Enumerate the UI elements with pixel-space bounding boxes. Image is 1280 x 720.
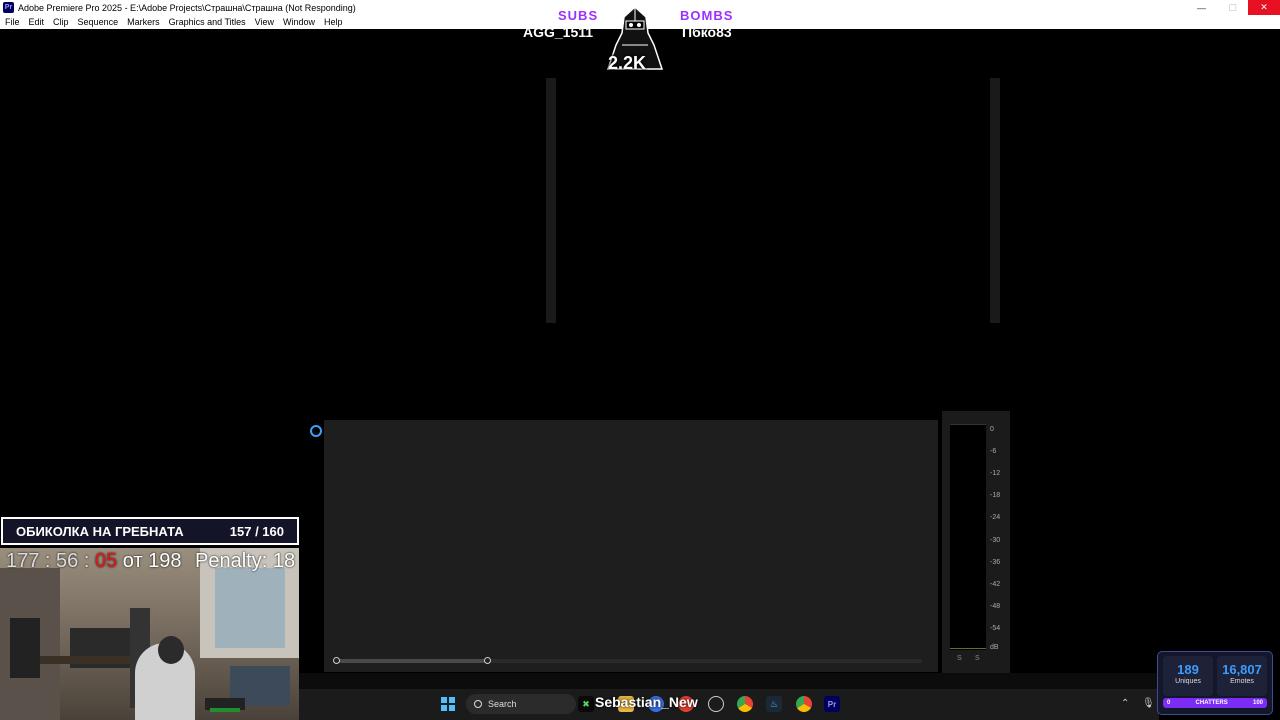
db-tick: -18	[990, 492, 1001, 499]
menu-graphics-and-titles[interactable]: Graphics and Titles	[169, 17, 246, 27]
timeline-scroll-thumb[interactable]	[336, 659, 488, 663]
menu-markers[interactable]: Markers	[127, 17, 160, 27]
loading-spinner-icon	[310, 425, 322, 437]
menu-help[interactable]: Help	[324, 17, 343, 27]
chatters-min: 0	[1167, 700, 1171, 706]
subs-name: AGG_1511	[523, 24, 594, 40]
solo-button-right[interactable]: S	[975, 655, 980, 662]
menu-file[interactable]: File	[5, 17, 20, 27]
db-tick: -42	[990, 581, 1001, 588]
uniques-box: 189 Uniques	[1163, 656, 1213, 696]
windows-start-icon[interactable]	[441, 697, 455, 711]
db-unit: dB	[990, 644, 999, 651]
db-tick: -24	[990, 514, 1001, 521]
audio-meter-level	[950, 648, 986, 649]
db-tick: 0	[990, 426, 994, 433]
search-label: Search	[488, 699, 517, 709]
center-count: 2.2K	[608, 53, 647, 73]
emotes-value: 16,807	[1222, 662, 1262, 677]
chatters-max: 100	[1252, 700, 1263, 706]
db-tick: -6	[990, 448, 997, 455]
chrome-profile-icon[interactable]	[796, 696, 812, 712]
uniques-value: 189	[1177, 662, 1199, 677]
window-title: Adobe Premiere Pro 2025 - E:\Adobe Proje…	[18, 2, 356, 13]
maximize-button[interactable]: ▢	[1217, 0, 1248, 15]
timer-hours-minutes: 177 : 56 :	[6, 550, 95, 572]
db-tick: -12	[990, 470, 1001, 477]
chatters-label: CHATTERS	[1195, 700, 1228, 706]
premiere-icon[interactable]: Pr	[824, 696, 840, 712]
timeline-footer	[299, 673, 1159, 689]
menu-edit[interactable]: Edit	[29, 17, 45, 27]
monitor-frame-right	[990, 78, 1000, 323]
minimize-button[interactable]: —	[1186, 0, 1217, 15]
solo-button-left[interactable]: S	[957, 655, 962, 662]
challenge-banner: ОБИКОЛКА НА ГРЕБНАТА 157 / 160	[1, 517, 299, 545]
chatters-bar: 0 CHATTERS 100	[1163, 698, 1267, 708]
tray-chevron-icon[interactable]: ⌃	[1121, 698, 1129, 709]
bombs-label: BOMBS	[680, 8, 734, 23]
stream-overlay-top: SUBS BOMBS AGG_1511 Пбко83 2.2K	[520, 5, 770, 75]
uniques-label: Uniques	[1175, 678, 1201, 685]
db-tick: -36	[990, 559, 1001, 566]
penalty-counter: Penalty: 18	[195, 550, 296, 572]
premiere-app-icon: Pr	[3, 2, 14, 13]
menu-window[interactable]: Window	[283, 17, 315, 27]
emotes-box: 16,807 Emotes	[1217, 656, 1267, 696]
clock-icon[interactable]	[708, 696, 724, 712]
scroll-handle-right[interactable]	[484, 657, 491, 664]
steam-icon[interactable]: ♨	[766, 696, 782, 712]
monitor-frame-left	[546, 78, 556, 323]
timeline-panel[interactable]	[324, 420, 938, 672]
db-tick: -30	[990, 537, 1001, 544]
chrome-icon[interactable]	[737, 696, 753, 712]
db-tick: -48	[990, 603, 1001, 610]
bombs-name: Пбко83	[682, 24, 732, 40]
microphone-icon[interactable]: 🎙	[1142, 698, 1155, 709]
close-button[interactable]: ✕	[1248, 0, 1280, 15]
streamer-name: Sebastian_New	[595, 694, 698, 710]
timer-total: от 198	[117, 550, 182, 572]
emotes-label: Emotes	[1230, 678, 1254, 685]
window-controls: — ▢ ✕	[1186, 0, 1280, 15]
db-tick: -54	[990, 625, 1001, 632]
audio-meter-bar	[950, 424, 986, 650]
menu-sequence[interactable]: Sequence	[78, 17, 119, 27]
taskbar	[299, 689, 1159, 720]
search-icon	[474, 700, 482, 708]
scroll-handle-left[interactable]	[333, 657, 340, 664]
webcam-feed	[0, 548, 299, 720]
subs-label: SUBS	[558, 8, 599, 23]
menu-view[interactable]: View	[255, 17, 274, 27]
challenge-progress: 157 / 160	[229, 523, 284, 539]
challenge-timer: 177 : 56 : 05 от 198	[6, 550, 182, 573]
timer-seconds: 05	[94, 550, 118, 572]
challenge-title: ОБИКОЛКА НА ГРЕБНАТА	[16, 523, 184, 539]
xbox-icon[interactable]: ✖	[578, 696, 594, 712]
chat-stats-widget: 189 Uniques 16,807 Emotes 0 CHATTERS 100	[1157, 651, 1273, 715]
menu-clip[interactable]: Clip	[53, 17, 69, 27]
taskbar-search[interactable]: Search	[466, 694, 576, 714]
